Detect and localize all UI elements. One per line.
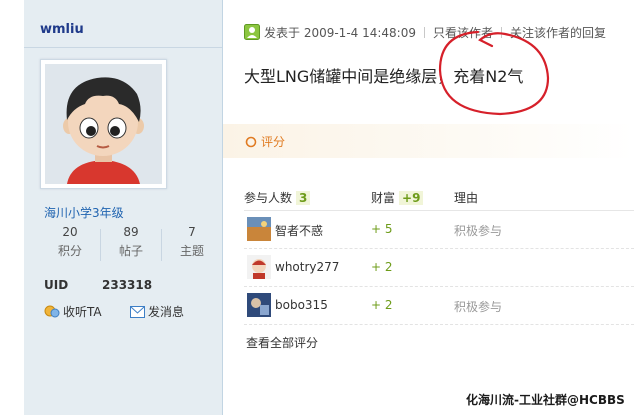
watermark: 化海川流-工业社群@HCBBS [466,393,625,407]
red-circle-annotation [438,30,550,116]
